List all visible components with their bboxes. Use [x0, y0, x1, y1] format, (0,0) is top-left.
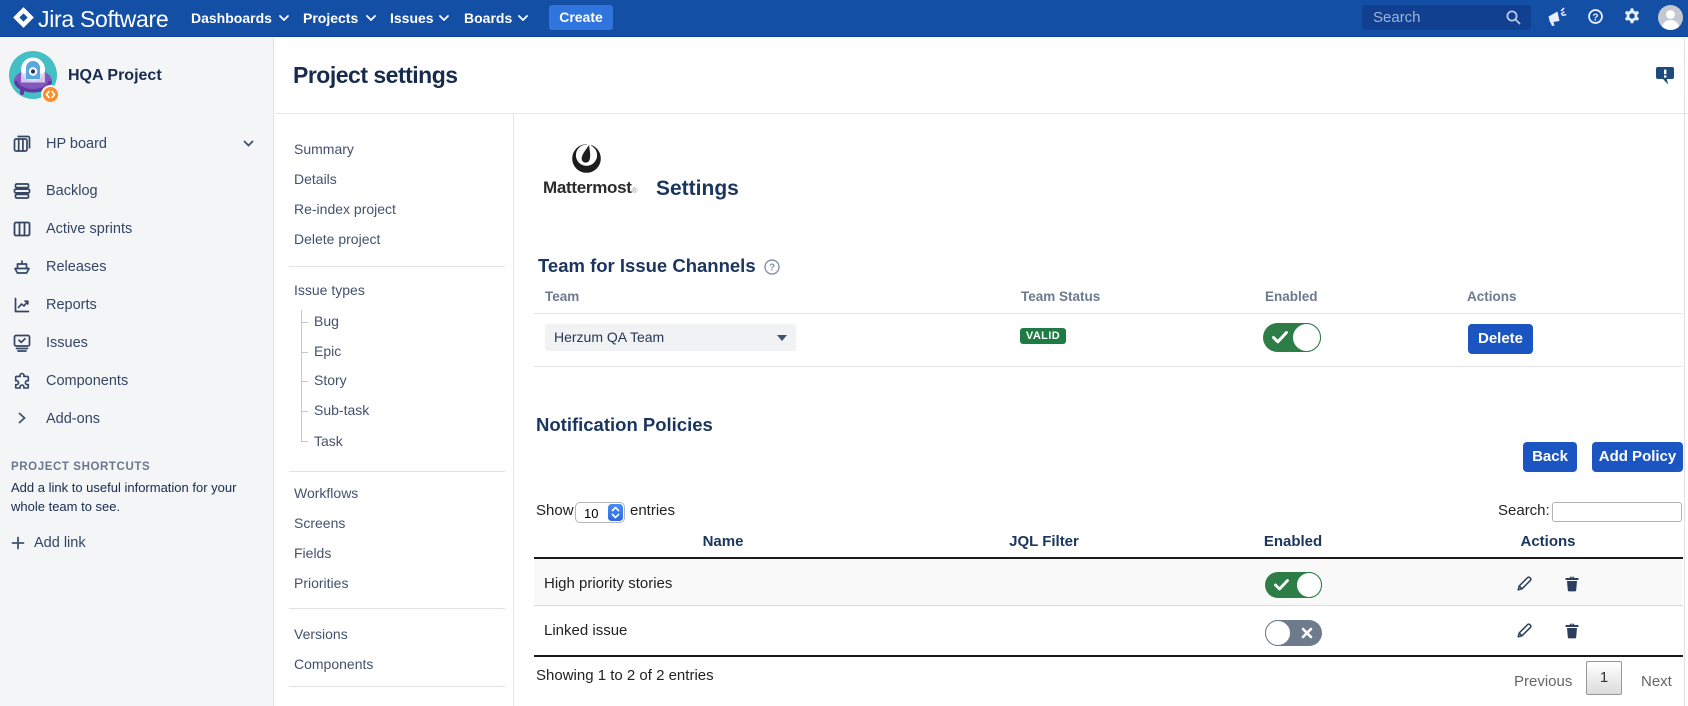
svg-text:?: ? — [769, 263, 775, 274]
svg-text:?: ? — [1592, 12, 1598, 23]
